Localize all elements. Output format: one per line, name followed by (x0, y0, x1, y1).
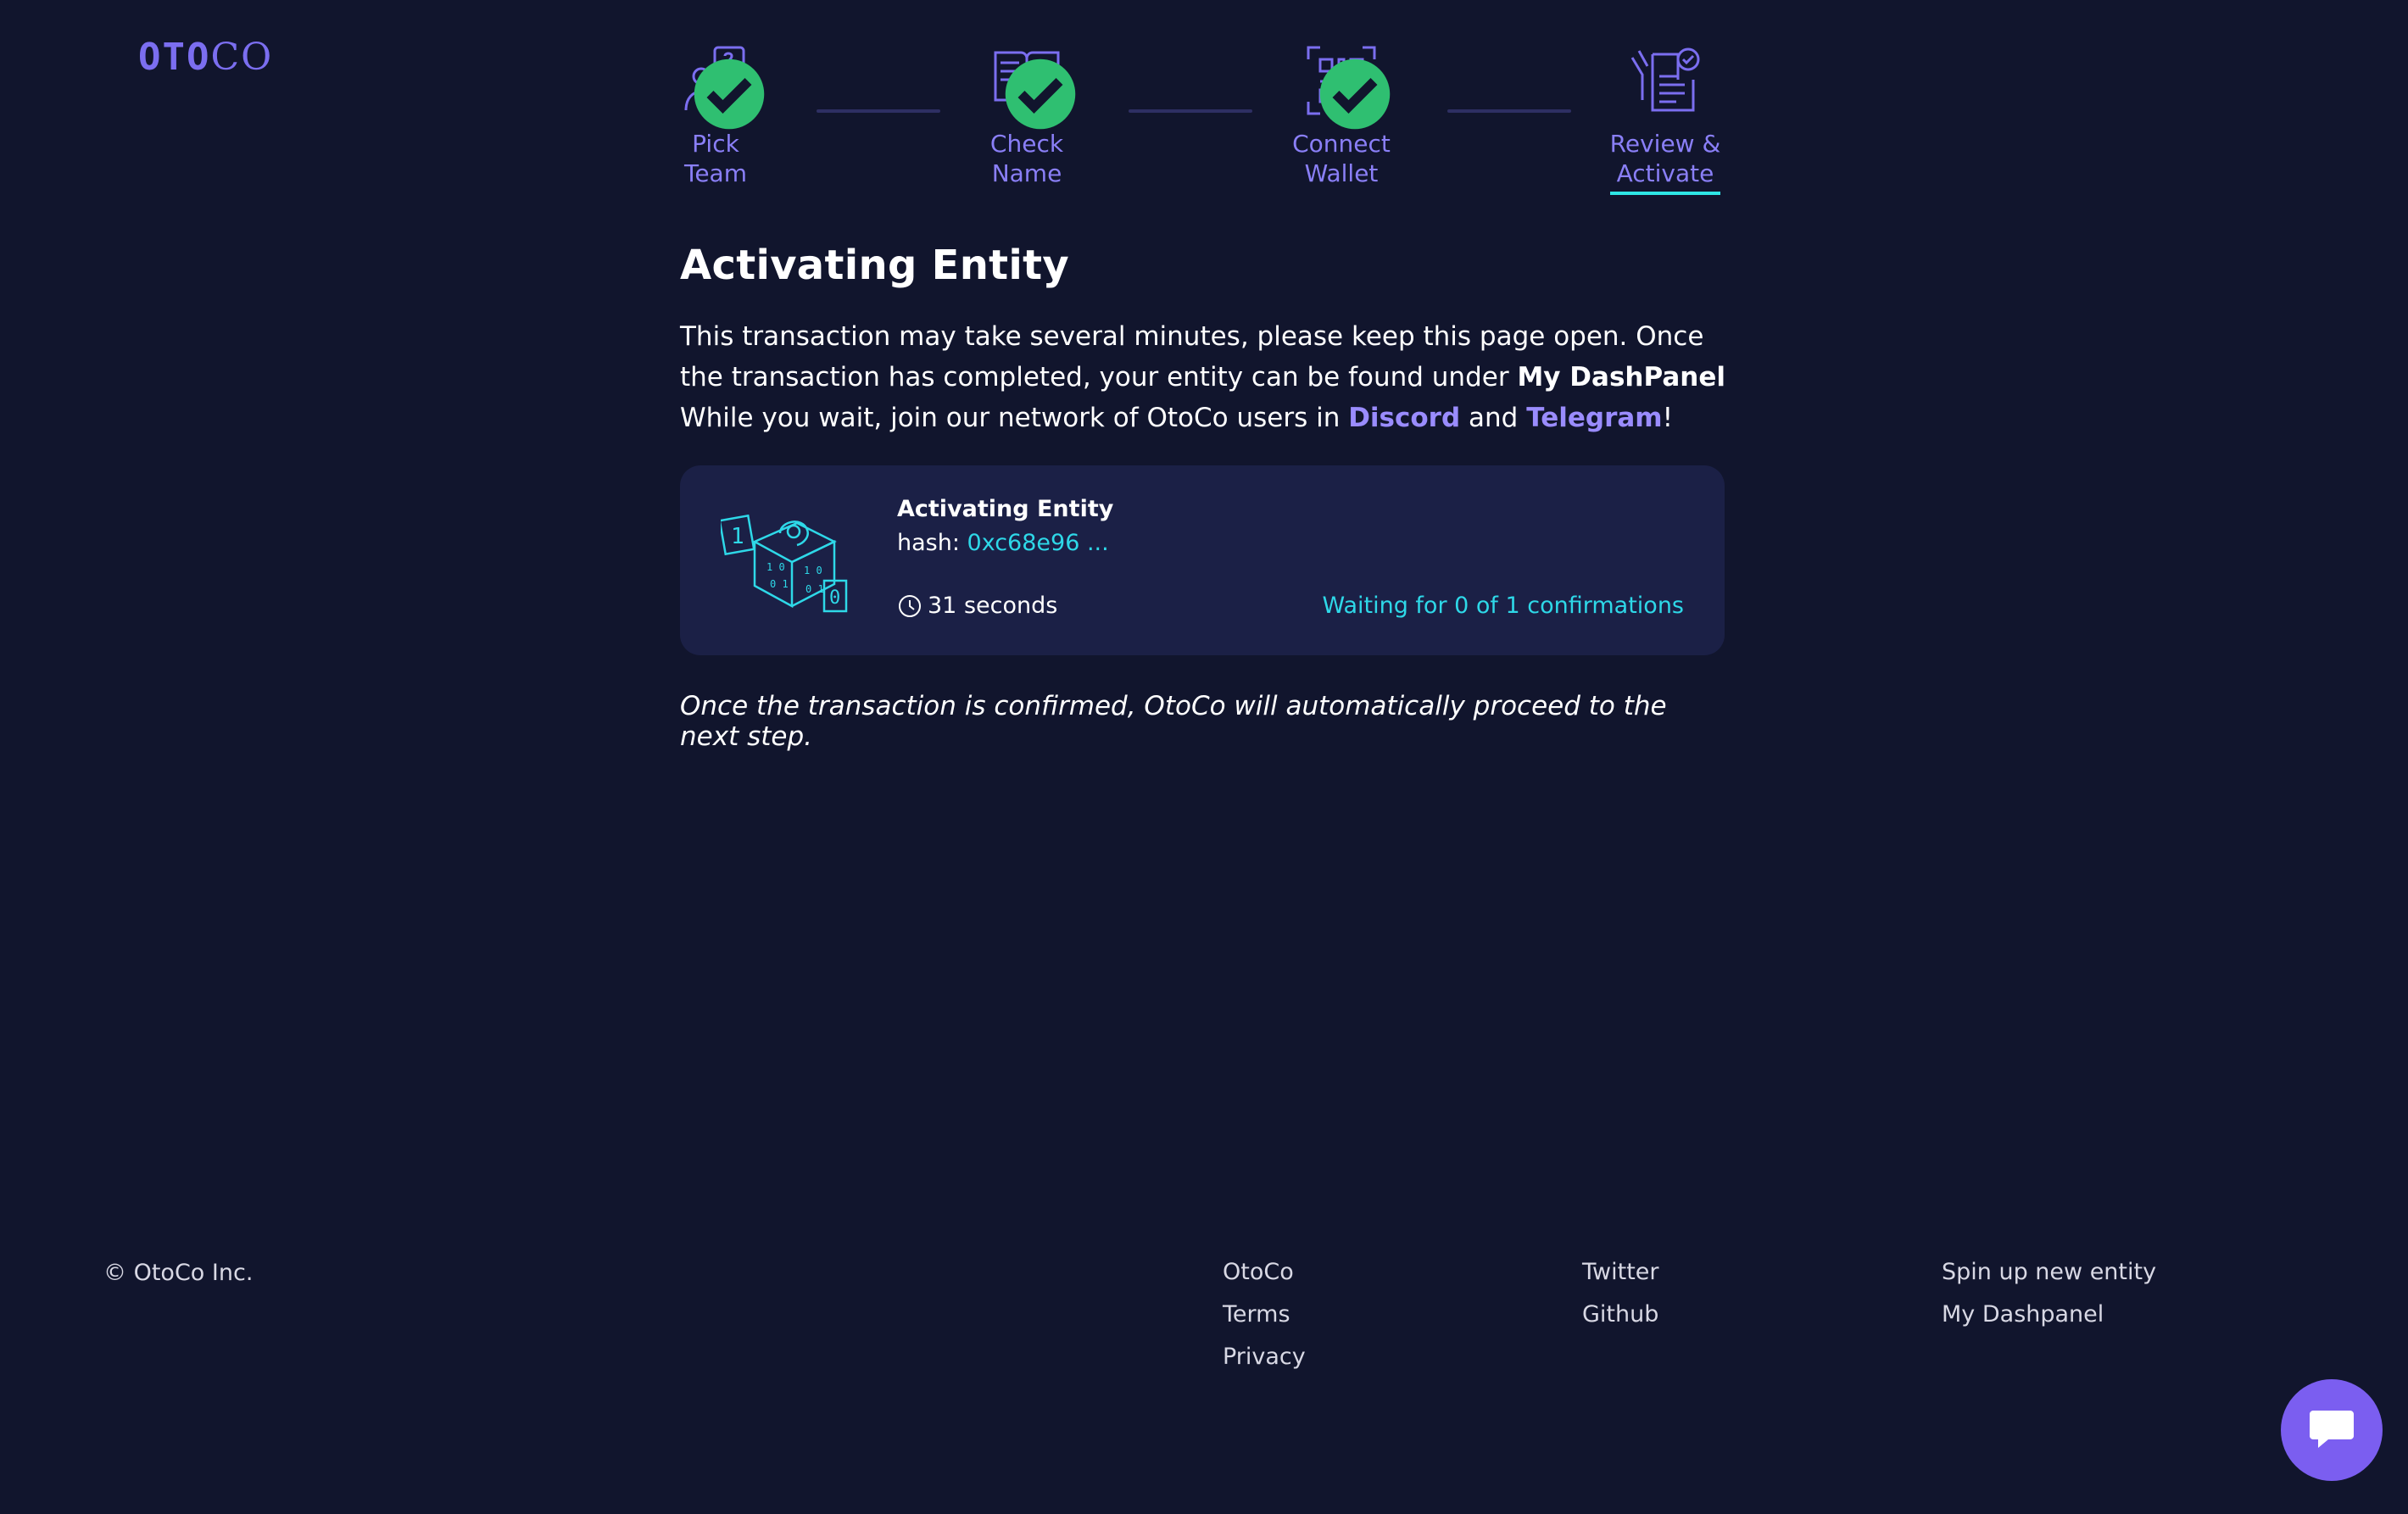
footer-column-company: OtoCo Terms Privacy (1223, 1260, 1306, 1387)
dashpanel-mention: My DashPanel (1517, 362, 1725, 392)
transaction-hash: hash: 0xc68e96 ... (897, 530, 1109, 556)
svg-text:0 1: 0 1 (770, 578, 789, 590)
step-check-name[interactable]: Check Name (950, 42, 1103, 188)
step-connector (1447, 109, 1571, 113)
logo-text-co: CO (210, 36, 274, 79)
crypto-cube-icon: 1 0 1 0 0 1 1 0 0 1 (718, 504, 856, 620)
hash-value-link[interactable]: 0xc68e96 ... (967, 530, 1109, 556)
description: This transaction may take several minute… (680, 316, 1731, 438)
copyright: © OtoCo Inc. (103, 1260, 254, 1286)
footer-link-dashpanel[interactable]: My Dashpanel (1942, 1302, 2156, 1344)
step-label-line2: Team (683, 159, 747, 187)
clock-icon (899, 594, 921, 617)
footer-link-otoco[interactable]: OtoCo (1223, 1260, 1306, 1302)
telegram-link[interactable]: Telegram (1526, 403, 1662, 433)
chat-bubble-icon (2310, 1411, 2354, 1448)
document-check-icon (1627, 42, 1703, 119)
step-label-line1: Check (989, 130, 1064, 158)
hash-label: hash: (897, 530, 967, 556)
team-question-icon (677, 42, 765, 130)
elapsed-time: 31 seconds (897, 593, 1057, 619)
footer-column-app: Spin up new entity My Dashpanel (1942, 1260, 2156, 1344)
open-book-icon (989, 42, 1076, 130)
footer-link-terms[interactable]: Terms (1223, 1302, 1306, 1344)
footer-link-spin-up[interactable]: Spin up new entity (1942, 1260, 2156, 1302)
proceed-note: Once the transaction is confirmed, OtoCo… (680, 691, 1667, 752)
page: OTOCO Pick Team Check Name Connect Walle… (0, 0, 2408, 1514)
step-label: Connect Wallet (1265, 129, 1418, 188)
step-label-line1: Review & (1609, 130, 1721, 158)
svg-text:0: 0 (829, 587, 840, 609)
svg-text:0 1: 0 1 (805, 583, 824, 595)
qr-code-icon (1303, 42, 1391, 130)
step-connector (1129, 109, 1252, 113)
step-label-line2: Wallet (1304, 159, 1379, 187)
main-content: Activating Entity This transaction may t… (680, 242, 1731, 752)
description-and: and (1460, 403, 1527, 433)
svg-text:1: 1 (731, 524, 744, 549)
step-label-line1: Pick (692, 130, 739, 158)
discord-link[interactable]: Discord (1348, 403, 1460, 433)
step-review-activate[interactable]: Review & Activate (1589, 42, 1742, 195)
step-label: Review & Activate (1609, 129, 1721, 195)
card-title: Activating Entity (897, 496, 1114, 522)
logo-text-oto: OTO (138, 36, 211, 79)
footer-link-twitter[interactable]: Twitter (1582, 1260, 1659, 1302)
step-label: Pick Team (639, 129, 792, 188)
step-label-line2: Activate (1616, 159, 1714, 187)
footer-link-github[interactable]: Github (1582, 1302, 1659, 1344)
svg-text:1 0: 1 0 (804, 565, 822, 576)
elapsed-time-value: 31 seconds (928, 593, 1058, 619)
transaction-card: 1 0 1 0 0 1 1 0 0 1 Activating Entity ha… (680, 465, 1725, 655)
step-connect-wallet[interactable]: Connect Wallet (1265, 42, 1418, 188)
step-label-line1: Connect (1292, 130, 1391, 158)
svg-text:1 0: 1 0 (766, 561, 785, 573)
otoco-logo[interactable]: OTOCO (138, 36, 273, 79)
footer-link-privacy[interactable]: Privacy (1223, 1344, 1306, 1387)
step-pick-team[interactable]: Pick Team (639, 42, 792, 188)
step-label-line2: Name (991, 159, 1062, 187)
description-text-2: While you wait, join our network of OtoC… (680, 403, 1349, 433)
footer-column-social: Twitter Github (1582, 1260, 1659, 1344)
confirmation-status: Waiting for 0 of 1 confirmations (1322, 593, 1684, 619)
step-label: Check Name (950, 129, 1103, 188)
page-title: Activating Entity (680, 242, 1070, 289)
chat-button[interactable] (2281, 1379, 2383, 1481)
step-connector (817, 109, 940, 113)
description-exclamation: ! (1662, 403, 1674, 433)
